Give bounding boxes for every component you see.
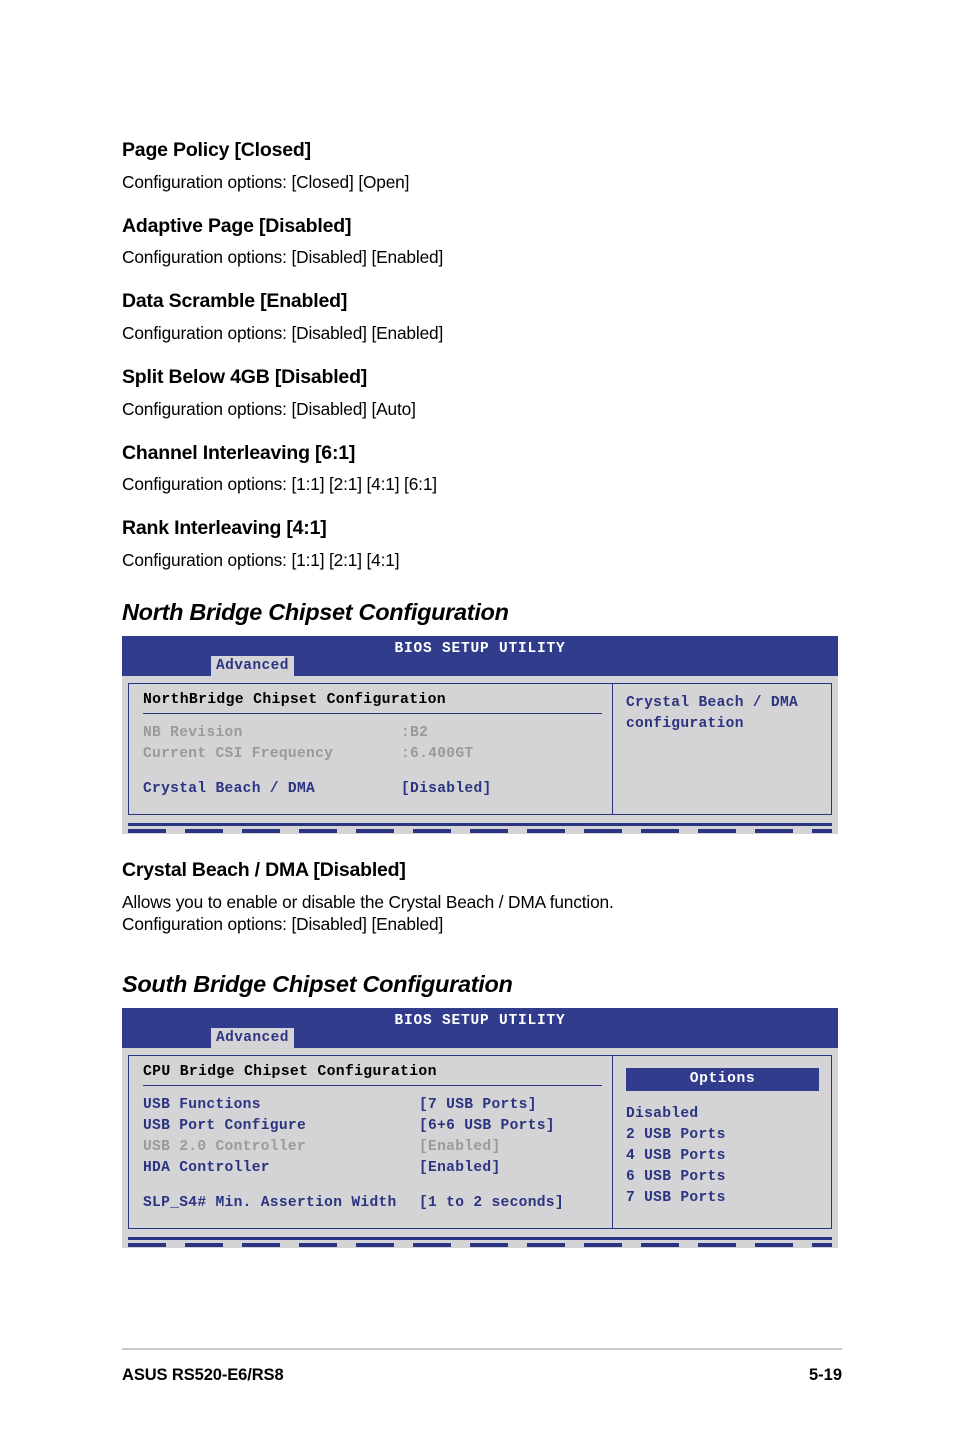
option-body-crystal-beach-line2: Configuration options: [Disabled] [Enabl… xyxy=(122,914,444,935)
bios-row-value: :6.400GT xyxy=(401,745,474,762)
option-body-data-scramble: Configuration options: [Disabled] [Enabl… xyxy=(122,323,444,344)
page-content: Page Policy [Closed] Configuration optio… xyxy=(122,139,842,1249)
bios-option-item[interactable]: Disabled xyxy=(626,1104,819,1125)
bios-row-usb-port-configure[interactable]: USB Port Configure [6+6 USB Ports] xyxy=(143,1116,602,1137)
bios-option-item[interactable]: 7 USB Ports xyxy=(626,1188,819,1209)
bios-row-label: Current CSI Frequency xyxy=(143,745,334,762)
option-body-rank-interleaving: Configuration options: [1:1] [2:1] [4:1] xyxy=(122,550,400,571)
bios-row-value: [1 to 2 seconds] xyxy=(419,1195,564,1212)
bios-setup-utility-title: BIOS SETUP UTILITY xyxy=(394,640,566,657)
footer-dashed-line xyxy=(128,828,832,833)
section-heading-south-bridge: South Bridge Chipset Configuration xyxy=(122,971,513,998)
option-title-split-below-4gb: Split Below 4GB [Disabled] xyxy=(122,365,368,388)
footer-page-number: 5-19 xyxy=(808,1366,842,1384)
bios-row-label: USB Functions xyxy=(143,1097,261,1114)
bios-tab-advanced[interactable]: Advanced xyxy=(211,655,294,678)
option-title-page-policy: Page Policy [Closed] xyxy=(122,139,311,161)
bios-row-usb-functions[interactable]: USB Functions [7 USB Ports] xyxy=(143,1095,602,1116)
bios-row-label: USB Port Configure xyxy=(143,1118,307,1135)
footer-divider xyxy=(122,1348,842,1350)
bios-row-crystal-beach-dma[interactable]: Crystal Beach / DMA [Disabled] xyxy=(143,779,602,800)
bios-row-usb-20-controller: USB 2.0 Controller [Enabled] xyxy=(143,1137,602,1158)
bios-options-panel: Options Disabled 2 USB Ports 4 USB Ports… xyxy=(612,1055,832,1230)
bios-section-heading: NorthBridge Chipset Configuration xyxy=(143,691,446,708)
bios-row-label: Crystal Beach / DMA xyxy=(143,780,316,797)
bios-row-slp-s4-assertion-width[interactable]: SLP_S4# Min. Assertion Width [1 to 2 sec… xyxy=(143,1193,602,1214)
footer-product-name: ASUS RS520-E6/RS8 xyxy=(122,1366,284,1384)
bios-footer-bar xyxy=(122,822,838,834)
bios-row-label: USB 2.0 Controller xyxy=(143,1139,307,1156)
bios-screenshot-south-bridge: BIOS SETUP UTILITY Advanced CPU Bridge C… xyxy=(122,1008,838,1249)
bios-option-item[interactable]: 2 USB Ports xyxy=(626,1125,819,1146)
bios-screenshot-north-bridge: BIOS SETUP UTILITY Advanced NorthBridge … xyxy=(122,635,838,834)
bios-options-header: Options xyxy=(626,1068,819,1092)
bios-row: NB Revision :B2 xyxy=(143,723,602,744)
bios-help-panel: Crystal Beach / DMA configuration xyxy=(612,682,832,815)
bios-row-value: [Enabled] xyxy=(419,1139,501,1156)
bios-body: CPU Bridge Chipset Configuration USB Fun… xyxy=(122,1048,838,1238)
option-title-rank-interleaving: Rank Interleaving [4:1] xyxy=(122,517,327,540)
bios-header-bar: BIOS SETUP UTILITY Advanced xyxy=(122,635,838,678)
option-body-adaptive-page: Configuration options: [Disabled] [Enabl… xyxy=(122,247,444,268)
option-body-page-policy: Configuration options: [Closed] [Open] xyxy=(122,171,410,192)
document-page: Page Policy [Closed] Configuration optio… xyxy=(0,0,954,1438)
bios-tab-advanced[interactable]: Advanced xyxy=(211,1028,294,1051)
bios-row-value: :B2 xyxy=(401,724,429,741)
bios-option-item[interactable]: 4 USB Ports xyxy=(626,1146,819,1167)
bios-help-text: Crystal Beach / DMA configuration xyxy=(626,694,799,732)
bios-settings-panel: NorthBridge Chipset Configuration NB Rev… xyxy=(128,682,612,815)
option-title-crystal-beach-dma: Crystal Beach / DMA [Disabled] xyxy=(122,858,406,881)
divider xyxy=(143,712,602,714)
bios-option-item[interactable]: 6 USB Ports xyxy=(626,1167,819,1188)
divider xyxy=(143,1085,602,1087)
option-body-split-below-4gb: Configuration options: [Disabled] [Auto] xyxy=(122,398,416,419)
bios-row-value: [6+6 USB Ports] xyxy=(419,1118,555,1135)
section-heading-north-bridge: North Bridge Chipset Configuration xyxy=(122,598,509,625)
option-title-data-scramble: Data Scramble [Enabled] xyxy=(122,290,348,313)
bios-row-value: [Enabled] xyxy=(419,1160,501,1177)
option-body-crystal-beach-line1: Allows you to enable or disable the Crys… xyxy=(122,891,614,912)
bios-row-label: NB Revision xyxy=(143,724,243,741)
footer-solid-line xyxy=(128,822,832,826)
bios-section-heading: CPU Bridge Chipset Configuration xyxy=(143,1064,437,1081)
bios-settings-panel: CPU Bridge Chipset Configuration USB Fun… xyxy=(128,1055,612,1230)
bios-row-label: HDA Controller xyxy=(143,1160,270,1177)
bios-row: Current CSI Frequency :6.400GT xyxy=(143,744,602,765)
bios-row-value: [Disabled] xyxy=(401,780,492,797)
bios-row-hda-controller[interactable]: HDA Controller [Enabled] xyxy=(143,1158,602,1179)
bios-header-bar: BIOS SETUP UTILITY Advanced xyxy=(122,1008,838,1051)
bios-setup-utility-title: BIOS SETUP UTILITY xyxy=(394,1013,566,1030)
option-body-channel-interleaving: Configuration options: [1:1] [2:1] [4:1]… xyxy=(122,474,437,495)
bios-options-list: Disabled 2 USB Ports 4 USB Ports 6 USB P… xyxy=(626,1104,819,1209)
footer-dashed-line xyxy=(128,1243,832,1248)
option-title-adaptive-page: Adaptive Page [Disabled] xyxy=(122,214,352,237)
bios-row-value: [7 USB Ports] xyxy=(419,1097,537,1114)
bios-footer-bar xyxy=(122,1237,838,1249)
bios-body: NorthBridge Chipset Configuration NB Rev… xyxy=(122,675,838,823)
option-title-channel-interleaving: Channel Interleaving [6:1] xyxy=(122,441,356,464)
footer-solid-line xyxy=(128,1237,832,1241)
bios-row-label: SLP_S4# Min. Assertion Width xyxy=(143,1195,397,1212)
